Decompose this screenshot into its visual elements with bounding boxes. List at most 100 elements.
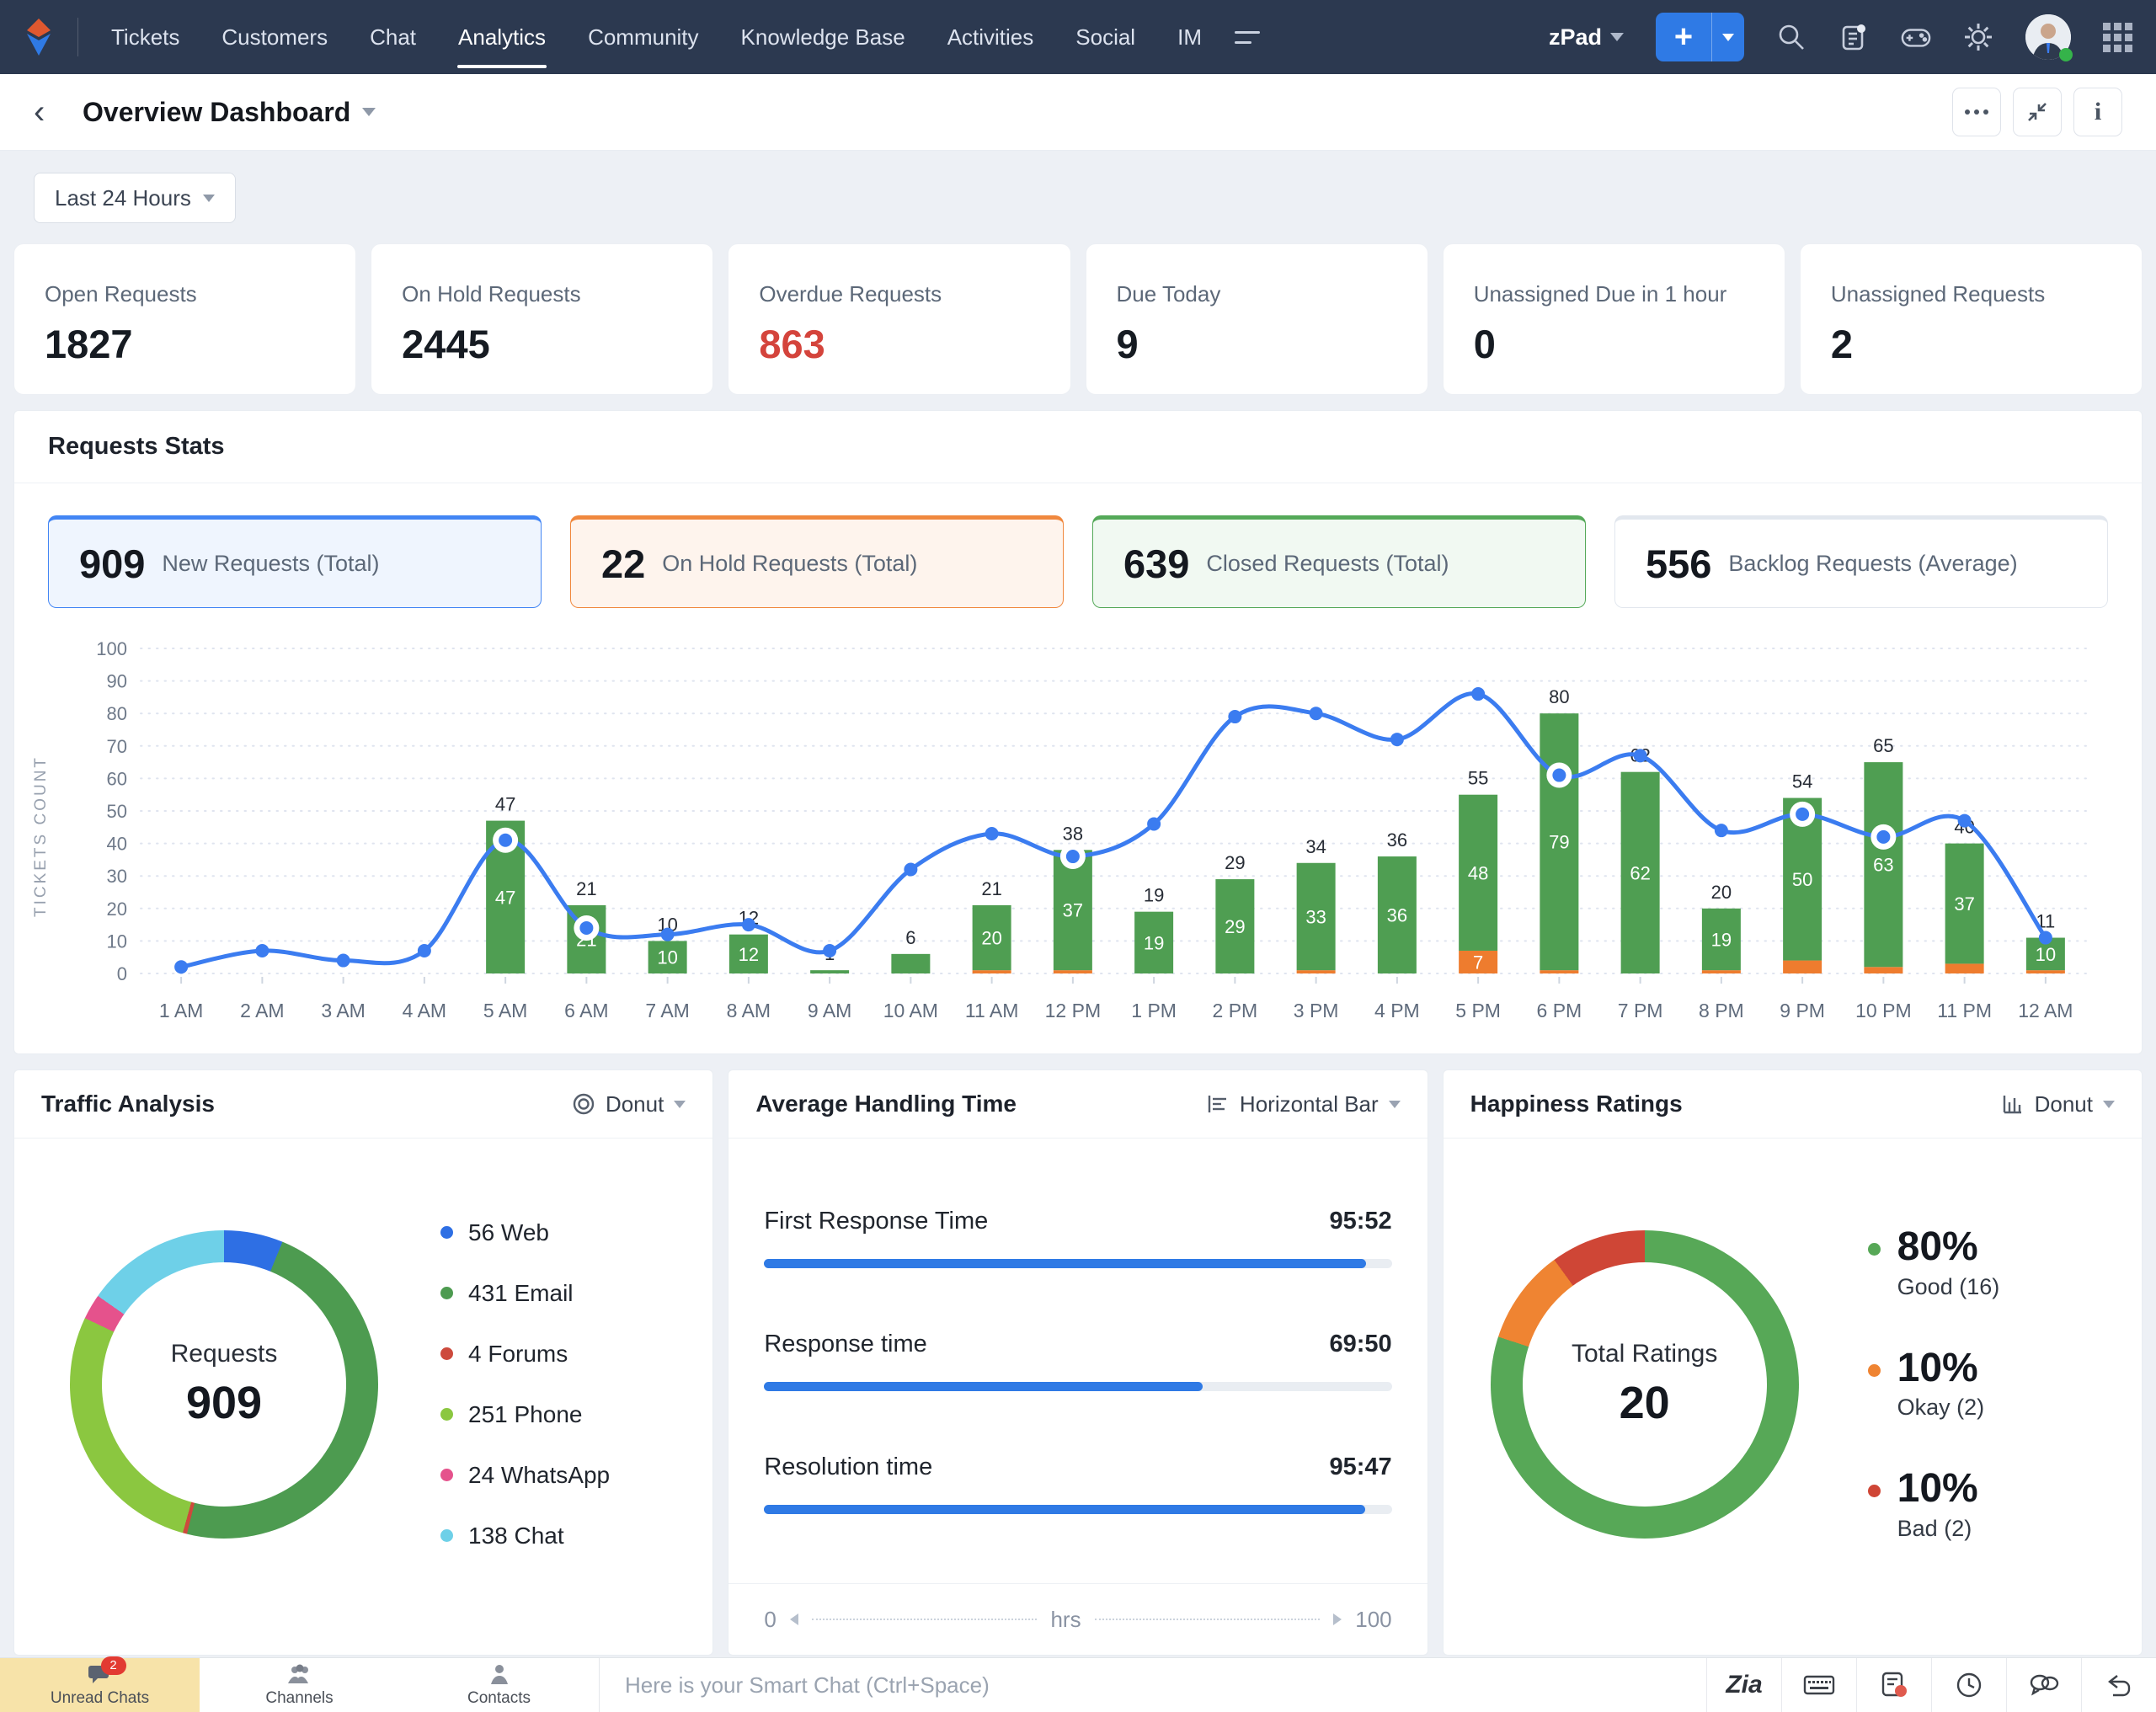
- svg-text:10 AM: 10 AM: [883, 1000, 938, 1021]
- zia-icon[interactable]: Zia: [1706, 1658, 1781, 1712]
- chats-icon[interactable]: [2006, 1658, 2081, 1712]
- info-icon[interactable]: i: [2073, 88, 2122, 136]
- smart-chat-input[interactable]: [599, 1658, 1706, 1712]
- combo-chart[interactable]: TICKETS COUNT 0 10 20 30 40 50 60 70 80 90 100 1 AM…: [14, 613, 2142, 1053]
- aht-chart-type-dropdown[interactable]: Horizontal Bar: [1206, 1091, 1401, 1117]
- kpi-row: Open Requests 1827 On Hold Requests 2445…: [0, 230, 2156, 408]
- avg-handling-time-panel: Average Handling Time Horizontal Bar Fir…: [728, 1069, 1428, 1656]
- kpi-card-due-today[interactable]: Due Today 9: [1085, 243, 1428, 395]
- filter-row: Last 24 Hours: [0, 151, 2156, 230]
- summary-value: 22: [601, 541, 646, 586]
- summary-card-on-hold-requests-total[interactable]: 22 On Hold Requests (Total): [570, 515, 1064, 608]
- add-button[interactable]: +: [1656, 13, 1744, 61]
- apps-grid-icon[interactable]: [2103, 22, 2132, 52]
- kpi-value: 9: [1116, 322, 1139, 366]
- summary-card-backlog-requests-average[interactable]: 556 Backlog Requests (Average): [1614, 515, 2108, 608]
- legend-item-okay-2[interactable]: 10% Okay (2): [1867, 1345, 2000, 1421]
- nav-item-social[interactable]: Social: [1054, 0, 1156, 74]
- legend-item-bad-2[interactable]: 10% Bad (2): [1867, 1466, 2000, 1541]
- happiness-donut-chart[interactable]: Total Ratings 20: [1490, 1229, 1799, 1539]
- doc-alert-icon[interactable]: [1856, 1658, 1931, 1712]
- chat-tab-label: Channels: [265, 1688, 334, 1707]
- keyboard-icon[interactable]: [1781, 1658, 1856, 1712]
- chevron-down-icon: [1388, 1100, 1401, 1108]
- legend-percent: 10%: [1897, 1345, 1978, 1390]
- summary-card-new-requests-total[interactable]: 909 New Requests (Total): [48, 515, 542, 608]
- aht-axis: 0 hrs 100: [728, 1583, 1428, 1655]
- svg-text:20: 20: [981, 928, 1001, 949]
- plus-icon[interactable]: +: [1656, 13, 1711, 61]
- collapse-icon[interactable]: [2013, 88, 2062, 136]
- svg-text:33: 33: [1305, 906, 1326, 927]
- svg-text:10: 10: [2036, 944, 2056, 965]
- nav-item-customers[interactable]: Customers: [200, 0, 349, 74]
- title-dropdown-caret[interactable]: [362, 108, 376, 116]
- menu-lines-icon[interactable]: [1234, 0, 1263, 74]
- legend-dot: [1867, 1243, 1881, 1256]
- legend-dot: [440, 1408, 453, 1421]
- more-icon[interactable]: [1952, 88, 2001, 136]
- combo-chart-svg[interactable]: 0 10 20 30 40 50 60 70 80 90 100 1 AM 2 AM 3 AM 4 AM 5 …: [82, 635, 2103, 1037]
- svg-text:47: 47: [495, 794, 515, 815]
- time-range-dropdown[interactable]: Last 24 Hours: [34, 173, 236, 223]
- happiness-chart-type-dropdown[interactable]: Donut: [2001, 1091, 2115, 1117]
- kpi-card-unassigned-requests[interactable]: Unassigned Requests 2: [1799, 243, 2143, 395]
- svg-text:100: 100: [96, 638, 127, 659]
- summary-card-closed-requests-total[interactable]: 639 Closed Requests (Total): [1092, 515, 1586, 608]
- legend-item-good-16[interactable]: 80% Good (16): [1867, 1226, 1999, 1299]
- requests-stats-panel: Requests Stats 909 New Requests (Total) …: [13, 410, 2143, 1054]
- chat-tab-contacts[interactable]: Contacts: [399, 1658, 599, 1712]
- nav-item-activities[interactable]: Activities: [926, 0, 1055, 74]
- settings-gear-icon[interactable]: [1963, 22, 1993, 52]
- legend-dot: [440, 1347, 453, 1360]
- svg-text:50: 50: [1792, 869, 1812, 890]
- avatar[interactable]: [2025, 14, 2073, 61]
- summary-value: 639: [1123, 541, 1190, 586]
- svg-text:80: 80: [1549, 686, 1569, 707]
- kpi-card-on-hold-requests[interactable]: On Hold Requests 2445: [371, 243, 714, 395]
- donut-center-label: Requests: [170, 1339, 278, 1368]
- legend-item-251-phone[interactable]: 251 Phone: [440, 1401, 610, 1428]
- legend-item-138-chat[interactable]: 138 Chat: [440, 1523, 610, 1549]
- svg-text:47: 47: [495, 887, 515, 908]
- summary-value: 556: [1646, 541, 1712, 586]
- kpi-label: Unassigned Requests: [1830, 281, 2046, 307]
- nav-item-tickets[interactable]: Tickets: [90, 0, 200, 74]
- traffic-donut-chart[interactable]: Requests 909: [70, 1229, 378, 1539]
- chevron-down-icon: [674, 1100, 686, 1108]
- people-group-icon: [286, 1663, 313, 1687]
- legend-item-431-email[interactable]: 431 Email: [440, 1280, 610, 1307]
- svg-text:8 AM: 8 AM: [727, 1000, 771, 1021]
- zpad-dropdown[interactable]: zPad: [1549, 24, 1624, 51]
- chat-tab-unread-chats[interactable]: 2 Unread Chats: [0, 1656, 200, 1712]
- search-icon[interactable]: [1776, 22, 1806, 52]
- nav-item-chat[interactable]: Chat: [349, 0, 437, 74]
- nav-item-community[interactable]: Community: [567, 0, 719, 74]
- nav-item-analytics[interactable]: Analytics: [437, 0, 567, 74]
- legend-percent: 10%: [1897, 1466, 1978, 1512]
- games-icon[interactable]: [1901, 22, 1931, 52]
- chat-tab-channels[interactable]: Channels: [200, 1658, 399, 1712]
- feeds-icon[interactable]: [1838, 22, 1869, 52]
- aht-row-first-response-time[interactable]: First Response Time 95:52: [764, 1208, 1392, 1268]
- kpi-card-unassigned-due-in-1-hour[interactable]: Unassigned Due in 1 hour 0: [1442, 243, 1785, 395]
- y-axis-label: TICKETS COUNT: [32, 755, 50, 918]
- nav-item-knowledge-base[interactable]: Knowledge Base: [720, 0, 926, 74]
- aht-row-resolution-time[interactable]: Resolution time 95:47: [764, 1453, 1392, 1514]
- kpi-label: Overdue Requests: [759, 281, 942, 307]
- legend-item-56-web[interactable]: 56 Web: [440, 1219, 610, 1246]
- aht-row-response-time[interactable]: Response time 69:50: [764, 1331, 1392, 1391]
- traffic-chart-type-dropdown[interactable]: Donut: [572, 1091, 686, 1117]
- aht-fill: [764, 1382, 1203, 1391]
- legend-item-24-whatsapp[interactable]: 24 WhatsApp: [440, 1462, 610, 1489]
- brand-logo[interactable]: [0, 17, 77, 57]
- nav-item-im[interactable]: IM: [1156, 0, 1223, 74]
- kpi-card-open-requests[interactable]: Open Requests 1827: [13, 243, 357, 395]
- add-dropdown-caret[interactable]: [1711, 13, 1744, 61]
- clock-icon[interactable]: [1931, 1658, 2006, 1712]
- legend-dot: [440, 1287, 453, 1299]
- kpi-card-overdue-requests[interactable]: Overdue Requests 863: [728, 243, 1071, 395]
- svg-text:7 AM: 7 AM: [645, 1000, 689, 1021]
- legend-item-4-forums[interactable]: 4 Forums: [440, 1341, 610, 1368]
- reply-icon[interactable]: [2081, 1658, 2156, 1712]
